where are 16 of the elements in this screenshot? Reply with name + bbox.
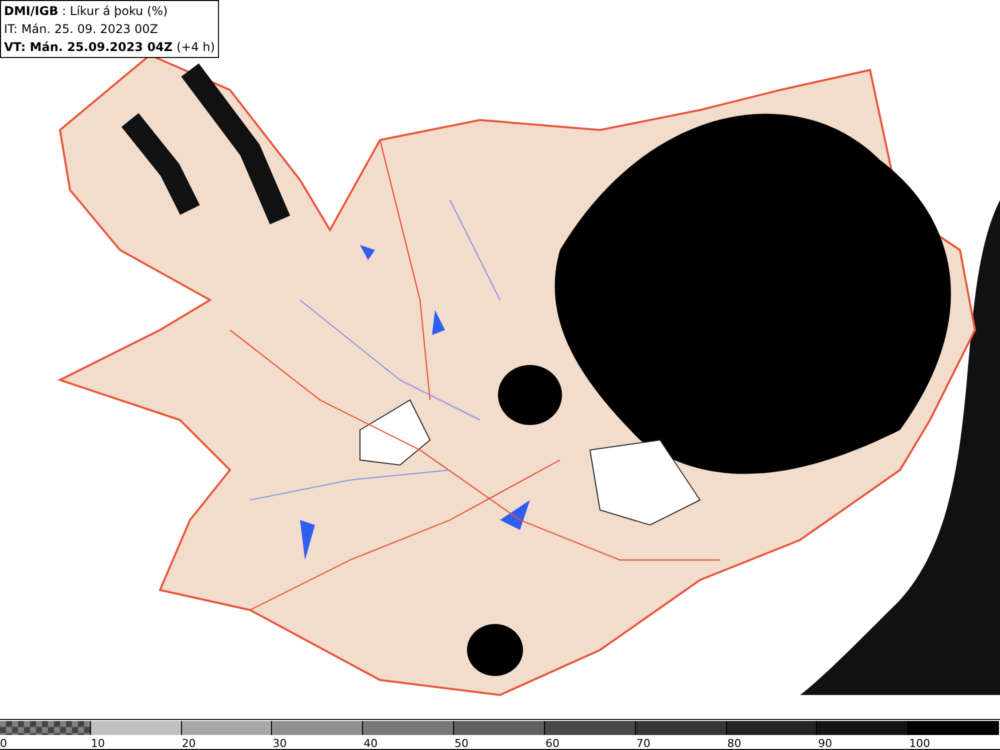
map-title: : Líkur á þoku (%) <box>61 4 168 18</box>
legend-label: 70 <box>636 736 650 750</box>
legend-label: 40 <box>364 736 378 750</box>
legend-label: 80 <box>727 736 742 750</box>
legend-label: 90 <box>818 736 832 750</box>
legend-label: 0 <box>0 736 7 750</box>
legend-label: 30 <box>272 736 287 750</box>
issue-time: IT: Mán. 25. 09. 2023 00Z <box>4 21 159 38</box>
legend-label: 100 <box>909 736 930 750</box>
valid-time: VT: Mán. 25.09.2023 04Z <box>4 40 173 54</box>
legend-label: 50 <box>454 736 469 750</box>
source-label: DMI/IGB <box>4 4 58 18</box>
legend-label: 20 <box>182 736 196 750</box>
legend-label: 10 <box>90 736 105 750</box>
lead-time: (+4 h) <box>176 40 215 54</box>
legend-label: 60 <box>545 736 560 750</box>
